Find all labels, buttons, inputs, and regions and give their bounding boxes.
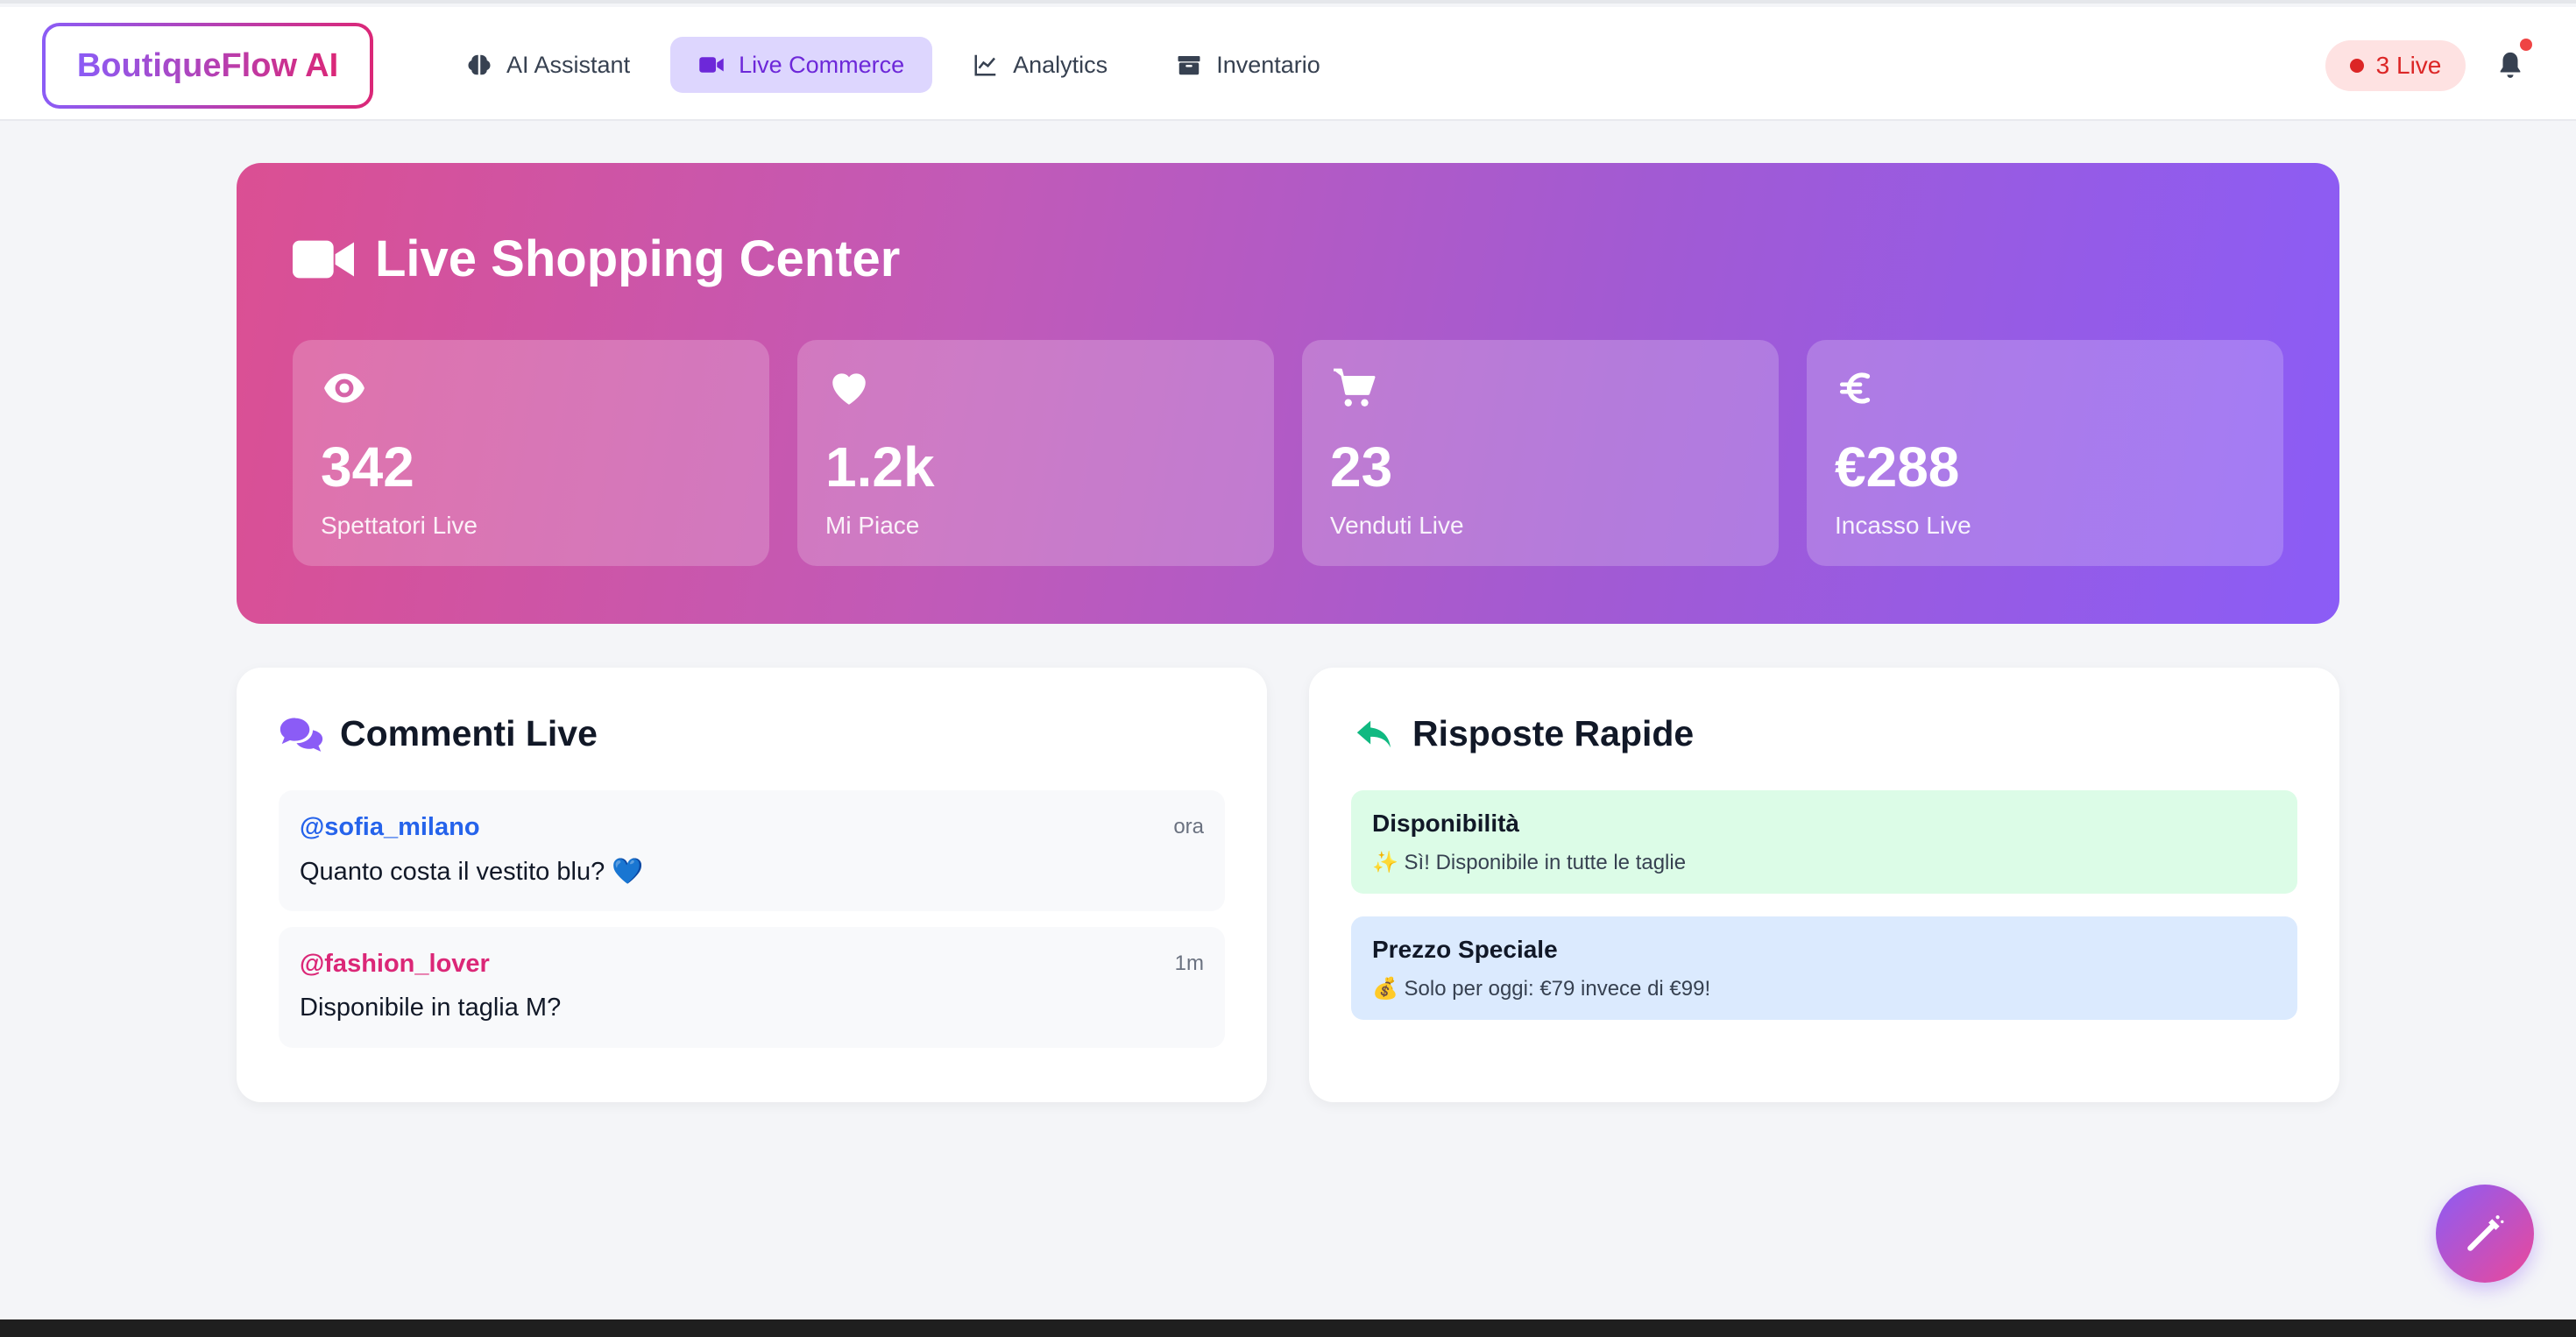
brand-name: BoutiqueFlow AI — [76, 46, 339, 84]
live-shopping-hero: Live Shopping Center 342 Spettatori Live… — [237, 163, 2339, 624]
quick-reply-body: 💰 Solo per oggi: €79 invece di €99! — [1372, 977, 1711, 1001]
app-frame: BoutiqueFlow AI AI Assistant Live Commer… — [0, 0, 2576, 1319]
top-navbar: BoutiqueFlow AI AI Assistant Live Commer… — [0, 7, 2576, 121]
nav-label: Inventario — [1216, 51, 1320, 78]
nav-analytics[interactable]: Analytics — [945, 37, 1136, 93]
comment-user[interactable]: @sofia_milano — [300, 813, 480, 842]
euro-icon — [1839, 372, 1871, 404]
stat-label: Mi Piace — [825, 512, 920, 539]
quick-reply-title: Disponibilità — [1372, 810, 1519, 837]
video-camera-icon — [293, 240, 354, 278]
quick-reply-body: ✨ Sì! Disponibile in tutte le taglie — [1372, 851, 1687, 874]
card-title: Commenti Live — [279, 713, 598, 754]
comment-user[interactable]: @fashion_lover — [300, 950, 490, 979]
live-dot-icon — [2349, 59, 2364, 73]
quick-reply-title: Prezzo Speciale — [1372, 936, 1558, 963]
os-status-bar — [0, 1319, 2576, 1337]
nav-ai-assistant[interactable]: AI Assistant — [438, 37, 658, 93]
live-count-label: 3 Live — [2375, 52, 2442, 79]
nav-label: Analytics — [1013, 51, 1108, 78]
card-title-text: Commenti Live — [340, 713, 598, 753]
stat-card-likes: 1.2k Mi Piace — [797, 340, 1274, 566]
magic-wand-button[interactable] — [2436, 1185, 2534, 1283]
hero-title-text: Live Shopping Center — [375, 230, 901, 287]
comment-item[interactable]: @fashion_lover 1m Disponibile in taglia … — [279, 927, 1225, 1048]
comment-text: Quanto costa il vestito blu? 💙 — [300, 858, 644, 886]
magic-wand-icon — [2467, 1215, 2504, 1251]
video-camera-icon — [699, 57, 724, 73]
stat-value: 23 — [1330, 435, 1393, 499]
line-chart-icon — [974, 54, 996, 76]
comment-item[interactable]: @sofia_milano ora Quanto costa il vestit… — [279, 790, 1225, 911]
bell-icon[interactable] — [2495, 49, 2525, 81]
nav-inventario[interactable]: Inventario — [1148, 37, 1348, 93]
stat-label: Spettatori Live — [321, 512, 478, 539]
comment-time: ora — [1173, 815, 1204, 838]
live-comments-card: Commenti Live @sofia_milano ora Quanto c… — [237, 668, 1267, 1102]
live-count-badge[interactable]: 3 Live — [2325, 40, 2466, 91]
stat-value: €288 — [1835, 435, 1960, 499]
nav-label: Live Commerce — [739, 51, 905, 78]
quick-reply-special-price[interactable]: Prezzo Speciale 💰 Solo per oggi: €79 inv… — [1351, 916, 2297, 1020]
stat-value: 1.2k — [825, 435, 935, 499]
nav-live-commerce[interactable]: Live Commerce — [670, 37, 933, 93]
main-nav: AI Assistant Live Commerce Analytics Inv… — [438, 37, 1348, 93]
brand-logo[interactable]: BoutiqueFlow AI — [42, 23, 373, 109]
heart-icon — [832, 373, 866, 405]
quick-reply-availability[interactable]: Disponibilità ✨ Sì! Disponibile in tutte… — [1351, 790, 2297, 894]
notification-dot — [2520, 39, 2532, 51]
stat-value: 342 — [321, 435, 414, 499]
nav-label: AI Assistant — [506, 51, 631, 78]
reply-icon — [1356, 720, 1391, 747]
box-icon — [1178, 56, 1200, 75]
comment-text: Disponibile in taglia M? — [300, 994, 562, 1022]
stat-card-revenue: €288 Incasso Live — [1807, 340, 2283, 566]
comment-time: 1m — [1174, 951, 1204, 975]
stat-label: Incasso Live — [1835, 512, 1971, 539]
stat-card-viewers: 342 Spettatori Live — [293, 340, 769, 566]
stat-label: Venduti Live — [1330, 512, 1464, 539]
hero-title: Live Shopping Center — [293, 230, 900, 288]
cart-icon — [1334, 368, 1376, 407]
stat-card-sold: 23 Venduti Live — [1302, 340, 1779, 566]
card-title: Risposte Rapide — [1351, 713, 1694, 754]
card-title-text: Risposte Rapide — [1412, 713, 1695, 753]
brain-icon — [468, 54, 491, 75]
quick-replies-card: Risposte Rapide Disponibilità ✨ Sì! Disp… — [1309, 668, 2339, 1102]
eye-icon — [324, 373, 364, 403]
comments-icon — [280, 717, 323, 752]
